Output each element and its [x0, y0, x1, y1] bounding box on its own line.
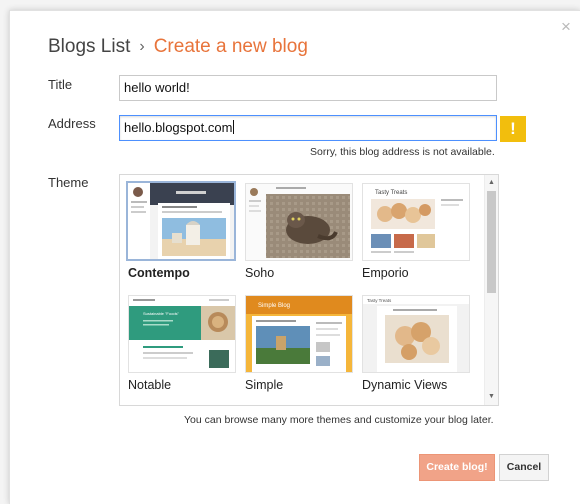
theme-name: Soho [245, 266, 275, 280]
breadcrumb: Blogs List › Create a new blog [48, 36, 308, 58]
address-error-message: Sorry, this blog address is not availabl… [310, 146, 495, 158]
theme-picker: Contempo Soho Tasty Treats Emporio Susta… [119, 174, 499, 406]
theme-thumbnail-notable: Sustainable "Foods" [128, 295, 236, 373]
create-blog-button[interactable]: Create blog! [419, 454, 495, 481]
theme-hint: You can browse many more themes and cust… [184, 414, 494, 426]
address-input-value: hello.blogspot.com [124, 120, 233, 135]
simple-thumb-title: Simple Blog [258, 303, 290, 309]
warning-icon: ! [500, 116, 526, 142]
title-input[interactable]: hello world! [119, 75, 497, 101]
theme-thumbnail-dynamic-views: Tasty Treats [362, 295, 470, 373]
text-caret [233, 120, 235, 134]
title-input-value: hello world! [124, 80, 190, 95]
theme-name: Simple [245, 378, 284, 392]
scroll-down-icon[interactable]: ▼ [485, 391, 498, 402]
close-icon[interactable]: × [561, 18, 571, 35]
address-label: Address [48, 116, 96, 131]
dynamic-views-thumb-title: Tasty Treats [367, 298, 392, 303]
cancel-button[interactable]: Cancel [499, 454, 549, 481]
theme-thumbnail-emporio: Tasty Treats [362, 183, 470, 261]
page-title: Create a new blog [153, 36, 308, 57]
theme-thumbnail-soho [245, 183, 353, 261]
theme-label: Theme [48, 175, 89, 190]
theme-name: Emporio [362, 266, 409, 280]
theme-thumbnail-simple: Simple Blog [245, 295, 353, 373]
theme-name: Dynamic Views [362, 378, 448, 392]
theme-thumbnail-contempo [126, 181, 236, 261]
notable-thumb-title: Sustainable "Foods" [143, 311, 180, 316]
theme-name: Notable [128, 378, 172, 392]
scroll-thumb[interactable] [487, 191, 496, 293]
theme-picker-scrollbar[interactable]: ▲ ▼ [484, 175, 498, 405]
address-input[interactable]: hello.blogspot.com [119, 115, 497, 141]
breadcrumb-separator: › [139, 38, 145, 55]
title-label: Title [48, 77, 73, 92]
theme-name: Contempo [128, 266, 190, 280]
breadcrumb-blogs-list[interactable]: Blogs List [48, 36, 130, 57]
scroll-up-icon[interactable]: ▲ [485, 177, 498, 188]
emporio-thumb-title: Tasty Treats [375, 190, 407, 196]
